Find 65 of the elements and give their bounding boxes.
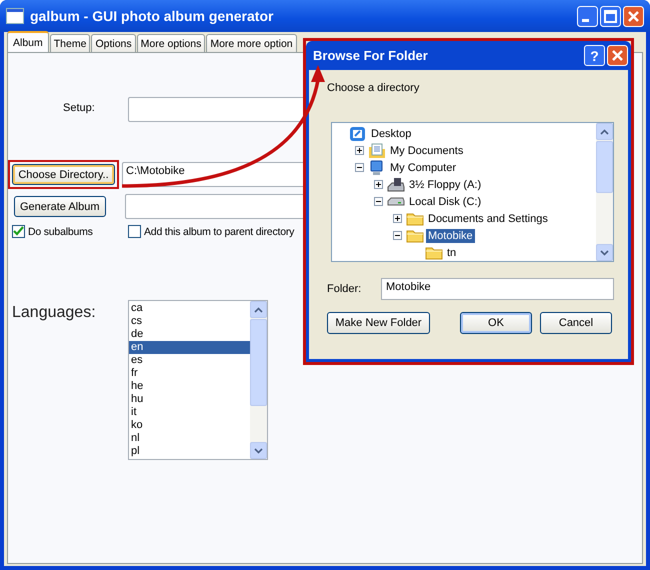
close-button[interactable] bbox=[623, 6, 644, 26]
expander-icon[interactable] bbox=[374, 197, 383, 206]
tab[interactable]: Album bbox=[7, 31, 49, 52]
tree-item[interactable]: 3½ Floppy (A:) bbox=[407, 178, 484, 192]
documents-icon bbox=[368, 142, 386, 158]
minimize-button[interactable] bbox=[577, 6, 598, 26]
floppy-drive-icon bbox=[387, 176, 405, 192]
setup-label: Setup: bbox=[62, 102, 96, 114]
language-item[interactable]: it bbox=[129, 406, 250, 419]
language-item[interactable]: pl bbox=[129, 445, 250, 458]
desktop-icon bbox=[349, 126, 367, 142]
dialog-button[interactable]: Cancel bbox=[540, 312, 612, 334]
language-item[interactable]: de bbox=[129, 328, 250, 341]
dialog-button[interactable]: OK bbox=[460, 312, 532, 334]
chevron-down-icon[interactable] bbox=[600, 250, 609, 256]
checkbox[interactable] bbox=[12, 225, 25, 238]
tree-item[interactable]: Documents and Settings bbox=[426, 212, 550, 226]
tree-item[interactable]: My Computer bbox=[388, 160, 458, 174]
generate-album-button[interactable]: Generate Album bbox=[14, 196, 106, 217]
tree-item[interactable]: tn bbox=[445, 246, 458, 260]
maximize-button[interactable] bbox=[600, 6, 621, 26]
language-item[interactable]: he bbox=[129, 380, 250, 393]
language-item[interactable]: ca bbox=[129, 302, 250, 315]
dialog-button[interactable]: Make New Folder bbox=[327, 312, 430, 334]
choose-directory-button[interactable]: Choose Directory.. bbox=[12, 164, 115, 185]
folder-icon bbox=[425, 245, 443, 260]
language-item[interactable]: hu bbox=[129, 393, 250, 406]
expander-icon[interactable] bbox=[355, 146, 364, 155]
close-button[interactable] bbox=[607, 45, 628, 66]
language-item[interactable]: ko bbox=[129, 419, 250, 432]
scrollbar[interactable] bbox=[250, 301, 267, 459]
language-item[interactable]: nl bbox=[129, 432, 250, 445]
expander-icon[interactable] bbox=[374, 180, 383, 189]
expander-icon[interactable] bbox=[393, 214, 402, 223]
dialog-title: Browse For Folder bbox=[312, 48, 429, 63]
language-item[interactable]: cs bbox=[129, 315, 250, 328]
tree-item[interactable]: Desktop bbox=[369, 126, 414, 140]
folder-field[interactable]: Motobike bbox=[381, 278, 614, 300]
tree-item[interactable]: Local Disk (C:) bbox=[407, 194, 484, 208]
tree-item[interactable]: My Documents bbox=[388, 144, 466, 158]
chevron-up-icon[interactable] bbox=[254, 306, 263, 312]
expander-icon[interactable] bbox=[355, 163, 364, 172]
help-button[interactable]: ? bbox=[584, 45, 605, 66]
folder-label: Folder: bbox=[327, 283, 362, 295]
checkbox[interactable] bbox=[128, 225, 141, 238]
chevron-up-icon[interactable] bbox=[600, 128, 609, 134]
window-title: galbum - GUI photo album generator bbox=[30, 8, 274, 24]
checkbox-label: Add this album to parent directory bbox=[144, 226, 294, 238]
tab[interactable]: Options bbox=[91, 34, 136, 52]
scrollbar[interactable] bbox=[596, 123, 613, 261]
tab[interactable]: Theme bbox=[50, 34, 90, 52]
folder-icon bbox=[406, 228, 424, 243]
window-icon bbox=[6, 8, 24, 24]
prompt-text: Choose a directory bbox=[327, 82, 420, 96]
tab[interactable]: More options bbox=[136, 34, 206, 52]
language-item[interactable]: fr bbox=[129, 367, 250, 380]
checkbox-label: Do subalbums bbox=[28, 226, 93, 238]
tab[interactable]: More more option bbox=[206, 34, 297, 52]
folder-icon bbox=[406, 211, 424, 226]
languages-label: Languages: bbox=[11, 304, 97, 322]
language-item[interactable]: es bbox=[129, 354, 250, 367]
language-item[interactable]: en bbox=[129, 341, 250, 354]
tree-item[interactable]: Motobike bbox=[426, 228, 475, 242]
chevron-down-icon[interactable] bbox=[254, 448, 263, 454]
expander-icon[interactable] bbox=[393, 231, 402, 240]
